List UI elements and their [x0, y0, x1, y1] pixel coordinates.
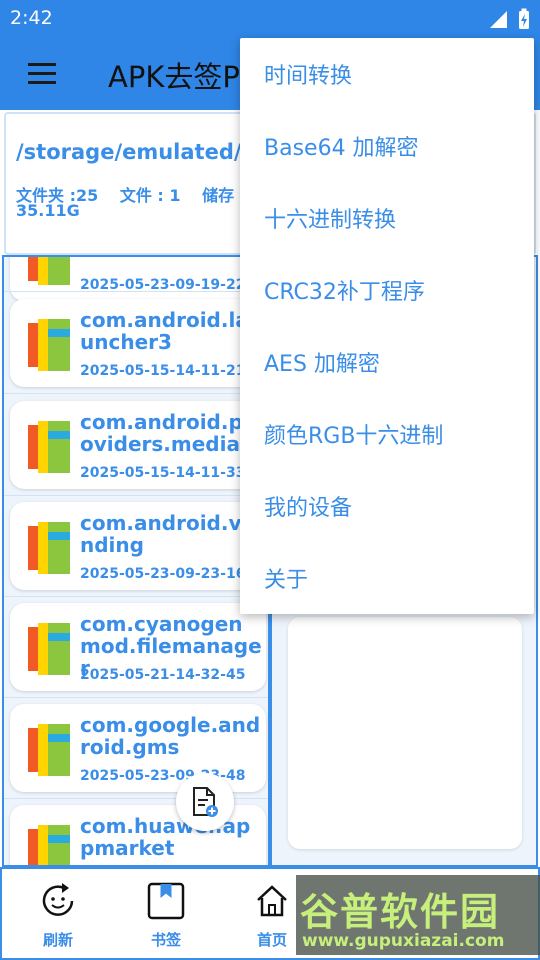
status-bar: 2:42 [0, 0, 540, 38]
nav-item-refresh[interactable]: 刷新 [18, 881, 98, 950]
watermark-url: www.gupuxiazai.com [302, 931, 505, 951]
menu-item-label: 颜色RGB十六进制 [264, 424, 444, 449]
menu-item-crc32[interactable]: CRC32补丁程序 [240, 254, 534, 326]
list-item[interactable]: com.android.vending 2025-05-23-09-23-16 [10, 502, 266, 590]
menu-item-label: 我的设备 [264, 496, 353, 521]
battery-icon [519, 8, 529, 29]
file-date: 2025-05-21-14-32-45 [80, 667, 246, 683]
right-pane-card [288, 617, 522, 849]
file-date: 2025-05-15-14-11-33 [80, 465, 246, 481]
folder-icon [28, 421, 70, 473]
folder-icon [28, 825, 70, 865]
menu-item-rgb-hex[interactable]: 颜色RGB十六进制 [240, 398, 534, 470]
menu-item-label: 时间转换 [264, 64, 353, 89]
app-title: APK去签P [108, 60, 240, 94]
new-file-fab[interactable] [176, 773, 234, 831]
storage-value: 35.11G [16, 201, 80, 220]
list-item[interactable]: com.cyanogenmod.filemanager 2025-05-21-1… [10, 603, 266, 691]
file-name: com.android.launcher3 [80, 308, 249, 354]
storage-label: 储存 [202, 186, 235, 205]
list-item[interactable]: com.android.providers.media 2025-05-15-1… [10, 401, 266, 489]
nav-label: 刷新 [42, 931, 73, 949]
list-item[interactable]: com.android.launcher3 2025-05-15-14-11-2… [10, 299, 266, 387]
list-item[interactable]: 2025-05-23-09-19-22 [10, 257, 266, 301]
menu-item-label: Base64 加解密 [264, 136, 419, 161]
menu-item-label: AES 加解密 [264, 352, 380, 377]
status-time: 2:42 [10, 7, 53, 29]
menu-item-time-convert[interactable]: 时间转换 [240, 38, 534, 110]
folder-icon [28, 257, 70, 285]
file-name: com.android.providers.media [80, 410, 253, 456]
refresh-icon [42, 883, 74, 916]
menu-item-about[interactable]: 关于 [240, 542, 534, 614]
file-date: 2025-05-15-14-11-21 [80, 363, 246, 379]
folder-icon [28, 724, 70, 776]
file-name: com.huawei.appmarket [80, 814, 251, 860]
menu-item-hex-convert[interactable]: 十六进制转换 [240, 182, 534, 254]
bookmark-icon [147, 882, 185, 920]
file-count: 文件 : 1 [119, 186, 181, 205]
menu-item-my-device[interactable]: 我的设备 [240, 470, 534, 542]
list-item[interactable]: com.google.android.gms 2025-05-23-09-23-… [10, 704, 266, 792]
file-list[interactable]: 2025-05-23-09-19-22 com.android.launcher… [2, 255, 270, 867]
menu-item-aes[interactable]: AES 加解密 [240, 326, 534, 398]
file-name: com.android.vending [80, 511, 256, 557]
menu-item-label: 十六进制转换 [264, 208, 397, 233]
file-date: 2025-05-23-09-23-16 [80, 566, 246, 582]
menu-item-base64[interactable]: Base64 加解密 [240, 110, 534, 182]
folder-icon [28, 623, 70, 675]
file-name: com.google.android.gms [80, 713, 261, 759]
nav-label: 书签 [150, 931, 181, 949]
watermark: 谷普软件园 www.gupuxiazai.com [296, 875, 540, 955]
watermark-text: 谷普软件园 [300, 890, 501, 934]
new-file-icon [193, 787, 218, 817]
nav-item-bookmark[interactable]: 书签 [126, 881, 206, 950]
folder-icon [28, 522, 70, 574]
signal-icon [490, 11, 507, 28]
home-icon [257, 885, 287, 917]
folder-icon [28, 319, 70, 371]
status-icons [488, 8, 530, 30]
menu-item-label: 关于 [264, 568, 309, 593]
hamburger-menu-icon[interactable] [26, 60, 58, 88]
overflow-menu: 时间转换 Base64 加解密 十六进制转换 CRC32补丁程序 AES 加解密… [240, 38, 534, 614]
menu-item-label: CRC32补丁程序 [264, 280, 425, 305]
current-path[interactable]: /storage/emulated/0/ [16, 140, 264, 164]
